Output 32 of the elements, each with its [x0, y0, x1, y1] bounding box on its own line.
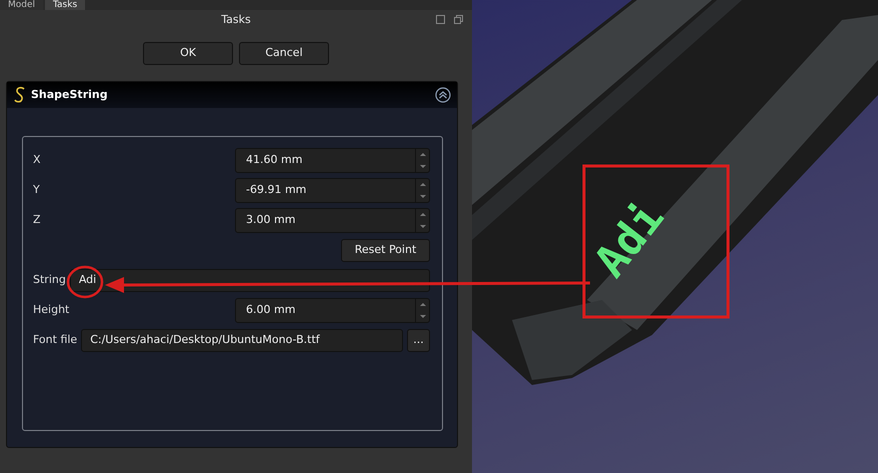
- tab[interactable]: Model: [0, 0, 44, 10]
- ok-button[interactable]: OK: [143, 42, 233, 65]
- panel-title: Tasks: [221, 12, 251, 28]
- down-arrow-icon[interactable]: [418, 164, 426, 169]
- down-arrow-icon[interactable]: [418, 314, 426, 319]
- up-arrow-icon[interactable]: [418, 152, 426, 158]
- file-path-field[interactable]: C:/Users/ahaci/Desktop/UbuntuMono-B.ttf: [81, 329, 403, 352]
- spin-field[interactable]: 3.00 mm: [235, 208, 430, 233]
- restore-icon[interactable]: [454, 15, 463, 24]
- collapse-icon[interactable]: [435, 87, 451, 103]
- field-label: Z: [33, 212, 41, 228]
- shapestring-icon: [13, 86, 27, 104]
- browse-button[interactable]: ...: [407, 329, 430, 352]
- down-arrow-icon[interactable]: [418, 224, 426, 229]
- tab[interactable]: Tasks: [45, 0, 86, 10]
- float-icon[interactable]: [436, 15, 445, 24]
- field-label: X: [33, 152, 41, 168]
- panel-title: ShapeString: [31, 86, 108, 103]
- up-arrow-icon[interactable]: [418, 302, 426, 308]
- cancel-button[interactable]: Cancel: [239, 42, 329, 65]
- field-label: Height: [33, 302, 70, 318]
- field-label: String: [33, 272, 66, 288]
- up-arrow-icon[interactable]: [418, 212, 426, 218]
- spin-field[interactable]: 6.00 mm: [235, 298, 430, 323]
- down-arrow-icon[interactable]: [418, 194, 426, 199]
- field-label: Y: [33, 182, 40, 198]
- reset-point-button[interactable]: Reset Point: [341, 239, 430, 262]
- annotation-circle: [66, 266, 104, 298]
- spin-field[interactable]: 41.60 mm: [235, 148, 430, 173]
- spin-field[interactable]: -69.91 mm: [235, 178, 430, 203]
- up-arrow-icon[interactable]: [418, 182, 426, 188]
- field-label: Font file: [33, 332, 78, 348]
